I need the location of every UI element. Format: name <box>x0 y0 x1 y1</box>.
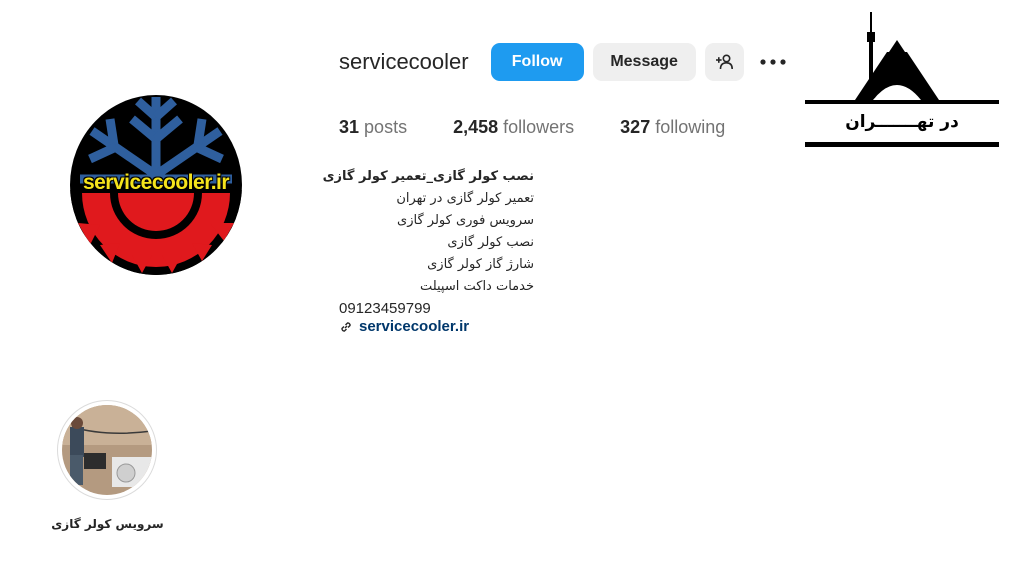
following-label: following <box>655 117 726 137</box>
following-stat[interactable]: 327 following <box>620 117 725 138</box>
tehran-logo: در تهـــــــران <box>805 8 999 152</box>
bio-phone: 09123459799 <box>339 300 431 317</box>
bio-line: شارژ گاز کولر گازی <box>427 257 534 272</box>
story-highlight[interactable] <box>57 400 157 500</box>
bio-link[interactable]: servicecooler.ir <box>339 318 469 335</box>
sun-icon <box>70 190 242 275</box>
highlight-thumbnail <box>62 405 152 495</box>
followers-count: 2,458 <box>453 117 499 137</box>
more-options-button[interactable] <box>758 43 788 81</box>
profile-bio: نصب کولر گازی_تعمیر کولر گازی تعمیر کولر… <box>322 166 534 320</box>
profile-header: servicecooler Follow Message <box>339 43 788 81</box>
posts-stat: 31 posts <box>339 117 407 138</box>
followers-label: followers <box>503 117 575 137</box>
followers-stat[interactable]: 2,458 followers <box>453 117 574 138</box>
follow-button[interactable]: Follow <box>490 43 584 81</box>
profile-stats: 31 posts 2,458 followers 327 following <box>339 117 771 138</box>
profile-avatar[interactable]: servicecooler.ir <box>70 95 242 275</box>
bio-title: نصب کولر گازی_تعمیر کولر گازی <box>322 169 534 184</box>
more-options-icon <box>760 59 786 65</box>
avatar-site-text: servicecooler.ir <box>82 171 230 194</box>
highlight-label: سرویس کولر گازی <box>51 517 164 531</box>
bio-line: خدمات داکت اسپیلت <box>419 279 534 294</box>
message-button[interactable]: Message <box>592 43 696 81</box>
highlight-photo <box>62 405 152 495</box>
posts-count: 31 <box>339 117 360 137</box>
logo-text: در تهـــــــران <box>845 112 959 132</box>
bio-line: نصب کولر گازی <box>447 235 534 250</box>
bio-line: سرویس فوری کولر گازی <box>397 213 534 228</box>
posts-label: posts <box>364 117 408 137</box>
bio-link-text[interactable]: servicecooler.ir <box>359 318 469 335</box>
username: servicecooler <box>339 49 469 74</box>
bio-line: تعمیر کولر گازی در تهران <box>396 191 534 206</box>
following-count: 327 <box>620 117 651 137</box>
add-person-icon <box>716 54 734 70</box>
link-icon <box>341 321 351 332</box>
suggest-users-button[interactable] <box>704 43 744 81</box>
